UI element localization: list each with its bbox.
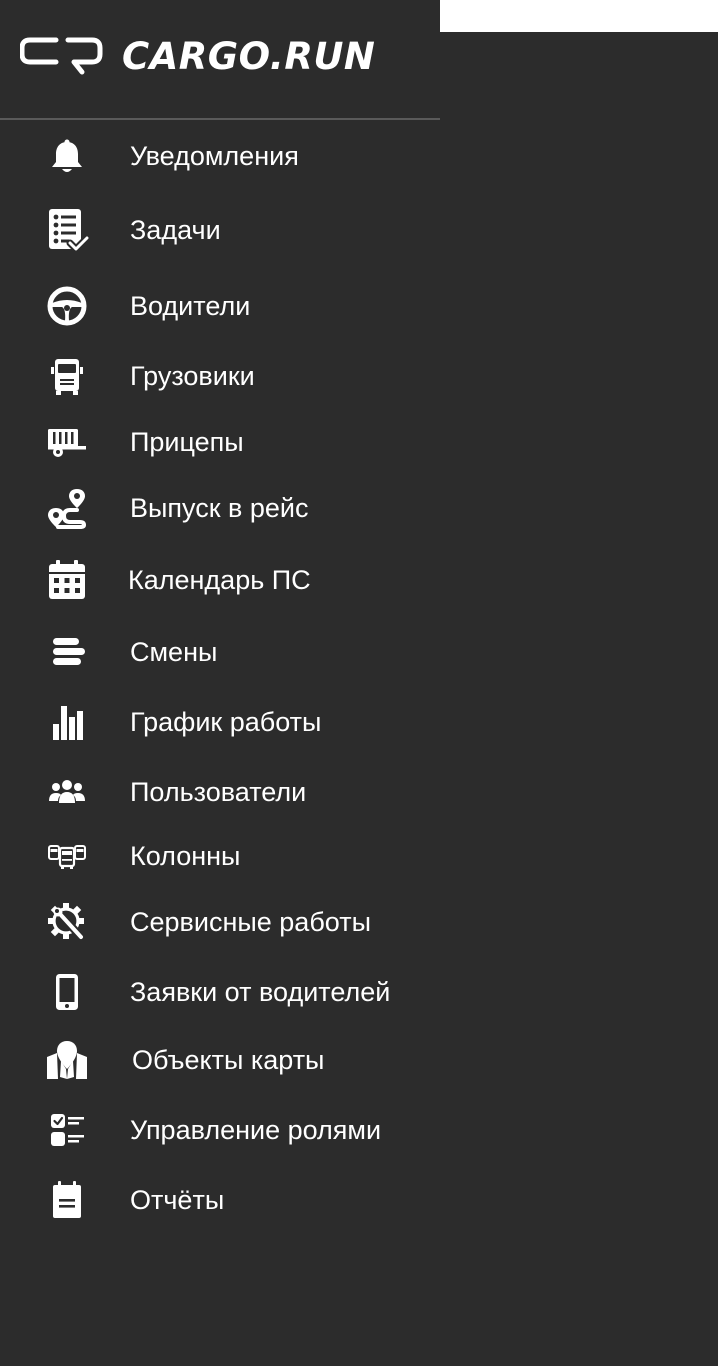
users-icon [44,769,90,815]
sidebar-item-label: Смены [130,636,218,667]
sidebar-item-label: Пользователи [130,776,307,807]
sidebar-item-label: Задачи [130,214,221,245]
task-list-icon [44,207,90,253]
sidebar-item-label: Выпуск в рейс [130,492,309,523]
sidebar-item-label: Управление ролями [130,1114,382,1145]
stream-icon [44,629,90,675]
sidebar-item-calendar[interactable]: Календарь ПС [0,554,440,606]
top-right-strip [440,0,718,32]
calendar-icon [44,557,90,603]
sidebar-item-service-works[interactable]: Сервисные работы [0,896,440,948]
bell-icon [44,133,90,179]
sidebar-item-tasks[interactable]: Задачи [0,204,440,256]
checklist-icon [44,1107,90,1153]
sidebar-item-role-management[interactable]: Управление ролями [0,1104,440,1156]
sidebar-item-label: Сервисные работы [130,906,371,937]
brand-name: CARGO.RUN [122,34,376,78]
sidebar-item-label: Грузовики [130,360,255,391]
sidebar-item-map-objects[interactable]: Объекты карты [0,1034,440,1086]
clipboard-icon [44,1177,90,1223]
sidebar-item-users[interactable]: Пользователи [0,766,440,818]
sidebar-item-label: Заявки от водителей [130,976,391,1007]
sidebar-item-label: Колонны [130,840,241,871]
map-marker-icon [44,1037,90,1083]
sidebar-item-label: График работы [130,706,322,737]
sidebar-item-reports[interactable]: Отчёты [0,1174,440,1226]
divider [0,118,440,120]
sidebar-item-label: Календарь ПС [128,564,311,595]
sidebar-item-work-schedule[interactable]: График работы [0,696,440,748]
convoy-icon [44,833,90,879]
sidebar-item-drivers[interactable]: Водители [0,280,440,332]
sidebar-item-label: Объекты карты [132,1044,325,1075]
bar-chart-icon [44,699,90,745]
mobile-phone-icon [44,969,90,1015]
sidebar-item-trailers[interactable]: Прицепы [0,416,440,468]
steering-wheel-icon [44,283,90,329]
sidebar-item-label: Уведомления [130,140,299,171]
gear-wrench-icon [44,899,90,945]
truck-icon [44,353,90,399]
sidebar-item-shifts[interactable]: Смены [0,626,440,678]
sidebar-item-label: Водители [130,290,251,321]
logo[interactable]: CARGO.RUN [20,30,375,82]
sidebar-item-trip-release[interactable]: Выпуск в рейс [0,482,440,534]
sidebar-item-driver-requests[interactable]: Заявки от водителей [0,966,440,1018]
sidebar-item-trucks[interactable]: Грузовики [0,350,440,402]
sidebar-item-convoys[interactable]: Колонны [0,830,440,882]
sidebar-item-label: Прицепы [130,426,244,457]
sidebar-item-label: Отчёты [130,1184,225,1215]
route-icon [44,485,90,531]
trailer-icon [44,419,90,465]
sidebar-item-notifications[interactable]: Уведомления [0,130,440,182]
sidebar: CARGO.RUN Уведомления Задачи Водители Гр… [0,0,440,1366]
logo-mark-icon [20,37,103,75]
